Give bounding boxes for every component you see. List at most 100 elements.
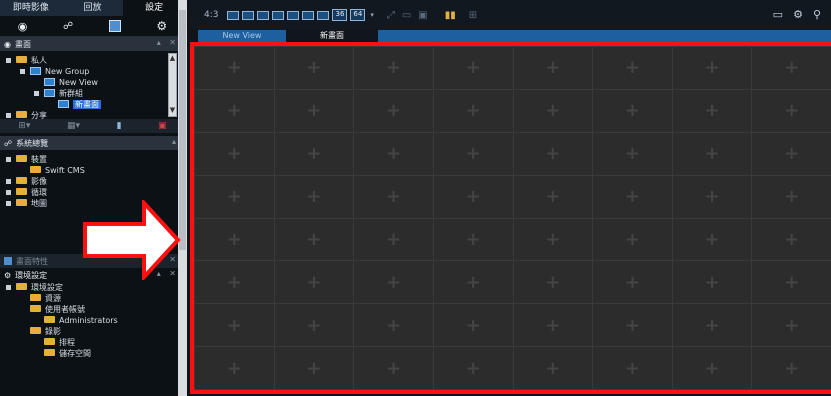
expand-icon[interactable]: [6, 285, 11, 290]
views-tree-item[interactable]: New Group: [0, 66, 185, 77]
video-cell[interactable]: +: [194, 174, 275, 219]
views-tree-item[interactable]: New View: [0, 77, 185, 88]
video-cell[interactable]: +: [353, 46, 434, 90]
video-cell[interactable]: +: [592, 217, 673, 262]
video-cell[interactable]: +: [432, 174, 514, 219]
video-cell[interactable]: +: [432, 217, 514, 262]
video-cell[interactable]: +: [194, 131, 275, 176]
settings-tree-item[interactable]: 錄影: [0, 326, 185, 337]
video-cell[interactable]: +: [432, 303, 514, 348]
views-tree-item[interactable]: 私人: [0, 55, 185, 66]
video-cell[interactable]: +: [751, 46, 831, 90]
views-section-header[interactable]: ◉ 畫面 ▴ ✕: [0, 37, 185, 51]
video-cell[interactable]: +: [512, 46, 594, 90]
tab-new-screen[interactable]: 新畫面: [286, 30, 378, 42]
tools-icon[interactable]: ▣: [158, 121, 167, 131]
video-cell[interactable]: +: [671, 46, 753, 90]
tab-live-view[interactable]: 即時影像: [0, 0, 62, 16]
video-cell[interactable]: +: [751, 346, 831, 390]
settings-tree-item[interactable]: 儲存空間: [0, 348, 185, 359]
layout-36-button[interactable]: 36: [332, 9, 348, 21]
video-cell[interactable]: +: [353, 131, 434, 176]
video-cell[interactable]: +: [194, 260, 275, 305]
tab-playback[interactable]: 回放: [62, 0, 124, 16]
grid-icon[interactable]: ⊞: [469, 10, 477, 21]
layout-1-button[interactable]: [227, 10, 240, 20]
expand-icon[interactable]: [6, 179, 11, 184]
fullscreen-icon[interactable]: ⤢: [387, 10, 395, 21]
settings-tree-item[interactable]: 環境設定: [0, 282, 185, 293]
video-cell[interactable]: +: [353, 174, 434, 219]
video-cell[interactable]: +: [592, 303, 673, 348]
settings-tree-item[interactable]: 排程: [0, 337, 185, 348]
search-icon[interactable]: ⚲: [813, 8, 821, 21]
settings-tree-item[interactable]: 資源: [0, 293, 185, 304]
expand-icon[interactable]: [6, 113, 11, 118]
video-cell[interactable]: +: [592, 131, 673, 176]
settings-tree-item[interactable]: 使用者帳號: [0, 304, 185, 315]
image-icon[interactable]: ▣: [418, 10, 427, 21]
video-cell[interactable]: +: [194, 303, 275, 348]
video-cell[interactable]: +: [273, 303, 355, 348]
video-cell[interactable]: +: [751, 174, 831, 219]
video-cell[interactable]: +: [512, 260, 594, 305]
video-cell[interactable]: +: [273, 131, 355, 176]
system-tree-item[interactable]: 裝置: [0, 154, 185, 165]
video-cell[interactable]: +: [432, 346, 514, 390]
video-cell[interactable]: +: [273, 88, 355, 133]
video-cell[interactable]: +: [671, 131, 753, 176]
video-cell[interactable]: +: [432, 88, 514, 133]
expand-icon[interactable]: [6, 190, 11, 195]
views-tree-item[interactable]: 新群組: [0, 88, 185, 99]
layout-13-button[interactable]: [302, 10, 315, 20]
video-cell[interactable]: +: [671, 174, 753, 219]
video-cell[interactable]: +: [432, 46, 514, 90]
video-cell[interactable]: +: [194, 46, 275, 90]
gear-icon[interactable]: ⚙: [793, 8, 803, 21]
expand-icon[interactable]: [20, 69, 25, 74]
video-cell[interactable]: +: [592, 346, 673, 390]
system-tree-item[interactable]: 循環: [0, 187, 185, 198]
video-cell[interactable]: +: [671, 260, 753, 305]
layout-9-button[interactable]: [287, 10, 300, 20]
video-cell[interactable]: +: [512, 303, 594, 348]
video-cell[interactable]: +: [751, 217, 831, 262]
video-cell[interactable]: +: [273, 174, 355, 219]
expand-icon[interactable]: [34, 91, 39, 96]
eye-icon[interactable]: ◉: [18, 20, 28, 33]
views-tree-item[interactable]: 分享: [0, 110, 185, 121]
add-group-icon[interactable]: ⊞▾: [18, 121, 30, 131]
video-cell[interactable]: +: [751, 88, 831, 133]
video-cell[interactable]: +: [273, 217, 355, 262]
network-icon[interactable]: ☍: [63, 21, 73, 32]
system-section-header[interactable]: ☍ 系統總覽 ▴: [0, 136, 185, 150]
video-cell[interactable]: +: [512, 88, 594, 133]
keyboard-icon[interactable]: ▭: [773, 8, 783, 21]
layout-4-button[interactable]: [257, 10, 270, 20]
video-cell[interactable]: +: [353, 88, 434, 133]
video-cell[interactable]: +: [671, 217, 753, 262]
video-cell[interactable]: +: [194, 217, 275, 262]
expand-icon[interactable]: [6, 201, 11, 206]
video-cell[interactable]: +: [592, 260, 673, 305]
video-cell[interactable]: +: [671, 346, 753, 390]
video-cell[interactable]: +: [671, 88, 753, 133]
video-cell[interactable]: +: [751, 260, 831, 305]
video-cell[interactable]: +: [273, 46, 355, 90]
page-scrollbar[interactable]: [178, 0, 187, 396]
video-cell[interactable]: +: [273, 346, 355, 390]
video-cell[interactable]: +: [592, 46, 673, 90]
system-tree-item[interactable]: Swift CMS: [0, 165, 185, 176]
expand-icon[interactable]: [6, 58, 11, 63]
layout-6-button[interactable]: [272, 10, 285, 20]
chevron-down-icon[interactable]: ▾: [370, 11, 374, 19]
video-cell[interactable]: +: [512, 346, 594, 390]
video-cell[interactable]: +: [194, 88, 275, 133]
views-scrollbar[interactable]: ▲ ▼: [168, 53, 177, 117]
video-cell[interactable]: +: [751, 131, 831, 176]
video-cell[interactable]: +: [432, 260, 514, 305]
video-cell[interactable]: +: [353, 260, 434, 305]
layout-64-button[interactable]: 64: [350, 9, 366, 21]
stats-icon[interactable]: ▮▮: [445, 10, 456, 21]
layout-16-button[interactable]: [317, 10, 330, 20]
